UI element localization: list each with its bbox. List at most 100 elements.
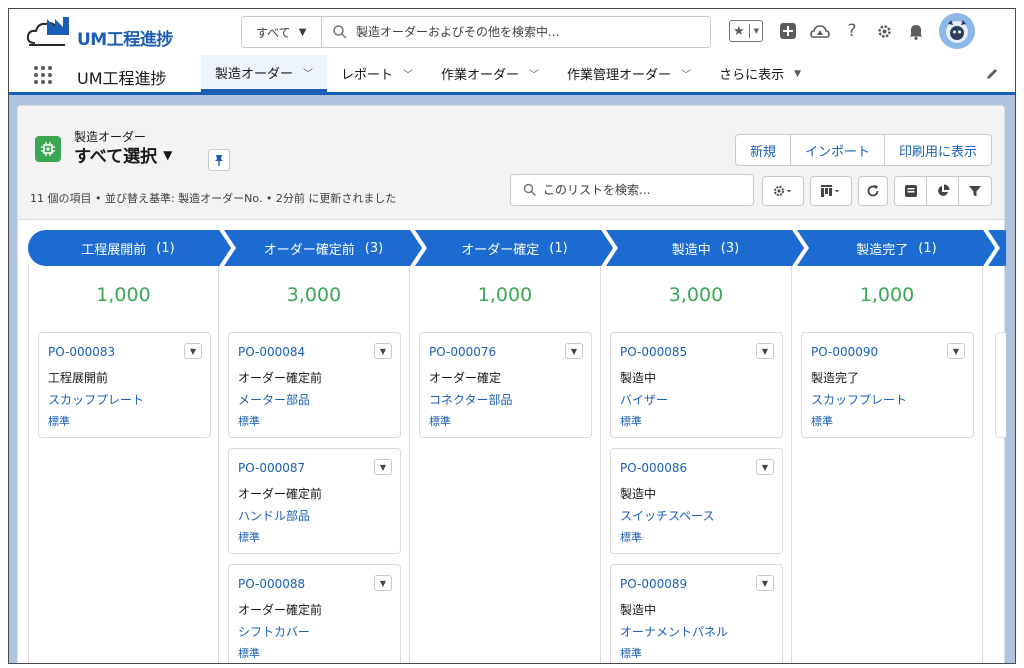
card-type-link[interactable]: 標準 [238, 645, 260, 661]
tab-production-orders[interactable]: 製造オーダー ﹀ [201, 55, 328, 92]
card-po-link[interactable]: PO-000087 [238, 461, 305, 475]
setup-button[interactable] [871, 18, 897, 44]
card-menu-button[interactable]: ▼ [184, 343, 202, 359]
list-view-selector[interactable]: すべて選択 ▼ [74, 142, 172, 167]
kanban-column: 1,000 PO-000090 製造完了 スカッフプレート 標準 ▼ [792, 266, 983, 663]
import-button[interactable]: インポート [791, 135, 885, 165]
card-type-link[interactable]: 標準 [429, 413, 451, 429]
card-po-link[interactable]: PO-000088 [238, 577, 305, 591]
printable-view-button[interactable]: 印刷用に表示 [885, 135, 991, 165]
filters-button[interactable] [959, 177, 991, 205]
card-type-link[interactable]: 標準 [620, 645, 642, 661]
tab-more[interactable]: さらに表示 ▼ [705, 55, 815, 92]
global-header: UM工程進捗 すべて ▼ ★ ▼ [9, 9, 1015, 55]
card-po-link[interactable]: PO-000090 [811, 345, 878, 359]
kanban-card[interactable]: PO-000086 製造中 スイッチスペース 標準 ▼ [610, 448, 783, 554]
card-po-link[interactable]: PO-000085 [620, 345, 687, 359]
card-part-link[interactable]: オーナメントパネル [620, 623, 728, 640]
card-part-link[interactable]: シフトカバー [238, 623, 310, 640]
card-part-link[interactable]: メーター部品 [238, 391, 310, 408]
kanban-column: 1,000 PO-000083 工程展開前 スカッフプレート 標準 ▼ [28, 266, 219, 663]
list-settings-button[interactable] [762, 176, 804, 206]
global-search-input[interactable] [356, 25, 710, 39]
stage-count: (1) [549, 240, 568, 256]
chevron-down-icon[interactable]: ﹀ [403, 66, 413, 81]
pin-list-view-button[interactable] [208, 149, 230, 171]
stage-completed[interactable]: 製造完了 (1) [801, 230, 992, 266]
kanban-card[interactable]: PO-000089 製造中 オーナメントパネル 標準 ▼ [610, 564, 783, 663]
card-type-link[interactable]: 標準 [620, 413, 642, 429]
favorites-button[interactable]: ★ ▼ [729, 20, 763, 42]
stage-confirmed[interactable]: オーダー確定 (1) [419, 230, 610, 266]
search-scope-dropdown[interactable]: すべて ▼ [242, 17, 322, 47]
kanban-card[interactable]: PO-000087 オーダー確定前 ハンドル部品 標準 ▼ [228, 448, 401, 554]
card-menu-button[interactable]: ▼ [756, 459, 774, 475]
card-type-link[interactable]: 標準 [238, 529, 260, 545]
card-type-link[interactable]: 標準 [48, 413, 70, 429]
card-part-link[interactable]: スイッチスペース [620, 507, 715, 524]
card-menu-button[interactable]: ▼ [947, 343, 965, 359]
pencil-icon[interactable] [985, 67, 999, 81]
stage-before-confirm[interactable]: オーダー確定前 (3) [228, 230, 419, 266]
chevron-down-icon[interactable]: ﹀ [681, 66, 691, 81]
card-part-link[interactable]: スカッフプレート [48, 391, 144, 408]
tab-reports[interactable]: レポート ﹀ [327, 55, 427, 92]
stage-in-production[interactable]: 製造中 (3) [610, 230, 801, 266]
user-avatar[interactable] [939, 13, 975, 49]
card-part-link[interactable]: コネクター部品 [429, 391, 513, 408]
card-po-link[interactable]: PO-000076 [429, 345, 496, 359]
list-search [510, 174, 754, 206]
notifications-button[interactable] [903, 18, 929, 44]
card-po-link[interactable]: PO-000089 [620, 577, 687, 591]
card-type-link[interactable]: 標準 [811, 413, 833, 429]
card-menu-button[interactable]: ▼ [374, 459, 392, 475]
kanban-card[interactable]: PO-000088 オーダー確定前 シフトカバー 標準 ▼ [228, 564, 401, 663]
kanban-card[interactable]: PO-000090 製造完了 スカッフプレート 標準 ▼ [801, 332, 974, 438]
gear-dropdown-icon [774, 186, 791, 196]
kanban-card[interactable]: PO-000084 オーダー確定前 メーター部品 標準 ▼ [228, 332, 401, 438]
new-button[interactable]: 新規 [736, 135, 791, 165]
card-menu-button[interactable]: ▼ [756, 575, 774, 591]
card-status: 製造中 [620, 487, 657, 501]
chevron-down-icon[interactable]: ﹀ [303, 65, 313, 80]
trailhead-button[interactable] [807, 18, 833, 44]
card-po-link[interactable]: PO-000083 [48, 345, 115, 359]
card-part-link[interactable]: ハンドル部品 [238, 507, 310, 524]
kanban-card[interactable]: PO-000076 オーダー確定 コネクター部品 標準 ▼ [419, 332, 592, 438]
stage-count: (3) [720, 240, 740, 256]
chevron-down-icon[interactable]: ﹀ [529, 66, 539, 81]
card-menu-button[interactable]: ▼ [374, 343, 392, 359]
bell-icon [909, 24, 923, 40]
tab-label: 作業オーダー [441, 68, 520, 83]
caret-down-icon: ▼ [379, 462, 387, 472]
refresh-button[interactable] [858, 176, 888, 206]
stage-before-expansion[interactable]: 工程展開前 (1) [28, 230, 228, 266]
card-po-link[interactable]: PO-000084 [238, 345, 305, 359]
list-search-input[interactable] [543, 183, 733, 197]
display-as-button[interactable] [810, 176, 852, 206]
column-sum: 3,000 [668, 284, 724, 306]
kanban-settings-button[interactable] [895, 177, 927, 205]
card-part-link[interactable]: スカッフプレート [811, 391, 907, 408]
view-tools-group [894, 176, 992, 206]
kanban-card-partial[interactable] [995, 332, 1006, 438]
tab-work-orders[interactable]: 作業オーダー ﹀ [427, 55, 553, 92]
charts-button[interactable] [927, 177, 959, 205]
tab-work-management-orders[interactable]: 作業管理オーダー ﹀ [553, 55, 705, 92]
caret-down-icon: ▼ [163, 147, 173, 162]
global-actions-button[interactable] [775, 18, 801, 44]
card-menu-button[interactable]: ▼ [374, 575, 392, 591]
kanban-card[interactable]: PO-000085 製造中 バイザー 標準 ▼ [610, 332, 783, 438]
trailhead-icon [810, 25, 830, 38]
app-logo[interactable]: UM工程進捗 [25, 13, 185, 53]
card-menu-button[interactable]: ▼ [756, 343, 774, 359]
card-type-link[interactable]: 標準 [620, 529, 642, 545]
tab-label: さらに表示 [719, 68, 785, 83]
help-button[interactable]: ? [839, 18, 865, 44]
card-po-link[interactable]: PO-000086 [620, 461, 687, 475]
card-menu-button[interactable]: ▼ [565, 343, 583, 359]
card-type-link[interactable]: 標準 [238, 413, 260, 429]
app-launcher-icon[interactable] [33, 65, 53, 85]
card-part-link[interactable]: バイザー [620, 391, 668, 408]
kanban-card[interactable]: PO-000083 工程展開前 スカッフプレート 標準 ▼ [38, 332, 211, 438]
